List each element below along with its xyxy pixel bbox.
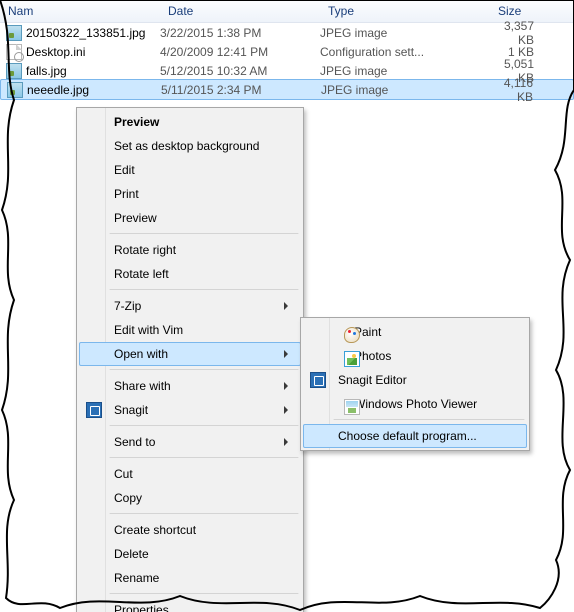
- image-file-icon: [7, 82, 23, 98]
- ini-file-icon: [6, 44, 22, 60]
- menu-item-share-with[interactable]: Share with: [79, 374, 301, 398]
- photos-icon: [344, 351, 360, 367]
- windows-photo-viewer-icon: [344, 399, 360, 415]
- file-list: 20150322_133851.jpg 3/22/2015 1:38 PM JP…: [0, 23, 574, 100]
- menu-item-cut[interactable]: Cut: [79, 462, 301, 486]
- submenu-item-paint[interactable]: Paint: [303, 320, 527, 344]
- menu-item-snagit[interactable]: Snagit: [79, 398, 301, 422]
- file-name: 20150322_133851.jpg: [26, 26, 145, 40]
- submenu-item-photos[interactable]: Photos: [303, 344, 527, 368]
- file-name: neeedle.jpg: [27, 83, 89, 97]
- menu-item-print[interactable]: Print: [79, 182, 301, 206]
- submenu-item-snagit-editor[interactable]: Snagit Editor: [303, 368, 527, 392]
- menu-item-edit-with-vim[interactable]: Edit with Vim: [79, 318, 301, 342]
- file-row[interactable]: 20150322_133851.jpg 3/22/2015 1:38 PM JP…: [0, 23, 574, 42]
- menu-item-delete[interactable]: Delete: [79, 542, 301, 566]
- menu-item-rotate-left[interactable]: Rotate left: [79, 262, 301, 286]
- menu-separator: [109, 425, 299, 427]
- menu-item-preview[interactable]: Preview: [79, 206, 301, 230]
- column-header-type[interactable]: Type: [320, 0, 490, 22]
- snagit-icon: [310, 372, 326, 388]
- image-file-icon: [6, 63, 22, 79]
- file-type: JPEG image: [320, 64, 490, 78]
- column-header-date[interactable]: Date: [160, 0, 320, 22]
- menu-separator: [109, 369, 299, 371]
- submenu-item-choose-default-program[interactable]: Choose default program...: [303, 424, 527, 448]
- paint-icon: [344, 327, 360, 343]
- file-size: 4,116 KB: [491, 76, 573, 104]
- file-date: 3/22/2015 1:38 PM: [160, 26, 320, 40]
- menu-item-properties[interactable]: Properties: [79, 598, 301, 612]
- file-type: JPEG image: [320, 26, 490, 40]
- menu-separator: [109, 289, 299, 291]
- file-name: falls.jpg: [26, 64, 67, 78]
- menu-separator: [109, 593, 299, 595]
- menu-item-preview-default[interactable]: Preview: [79, 110, 301, 134]
- file-type: JPEG image: [321, 83, 491, 97]
- file-size: 3,357 KB: [490, 19, 574, 47]
- menu-item-rename[interactable]: Rename: [79, 566, 301, 590]
- file-name: Desktop.ini: [26, 45, 85, 59]
- file-type: Configuration sett...: [320, 45, 490, 59]
- column-header-name[interactable]: Nam: [0, 0, 160, 22]
- menu-separator: [109, 513, 299, 515]
- context-menu: Preview Set as desktop background Edit P…: [76, 107, 304, 612]
- menu-item-set-desktop-background[interactable]: Set as desktop background: [79, 134, 301, 158]
- menu-separator: [333, 419, 525, 421]
- menu-item-create-shortcut[interactable]: Create shortcut: [79, 518, 301, 542]
- file-row-selected[interactable]: neeedle.jpg 5/11/2015 2:34 PM JPEG image…: [0, 79, 574, 100]
- file-date: 5/12/2015 10:32 AM: [160, 64, 320, 78]
- file-row[interactable]: Desktop.ini 4/20/2009 12:41 PM Configura…: [0, 42, 574, 61]
- menu-separator: [109, 233, 299, 235]
- submenu-arrow-icon: [284, 382, 292, 390]
- file-explorer-window: Nam Date Type Size 20150322_133851.jpg 3…: [0, 0, 574, 612]
- menu-separator: [109, 457, 299, 459]
- menu-item-open-with[interactable]: Open with: [79, 342, 301, 366]
- submenu-arrow-icon: [284, 350, 292, 358]
- menu-item-7zip[interactable]: 7-Zip: [79, 294, 301, 318]
- submenu-arrow-icon: [284, 438, 292, 446]
- menu-item-edit[interactable]: Edit: [79, 158, 301, 182]
- snagit-icon: [86, 402, 102, 418]
- file-date: 4/20/2009 12:41 PM: [160, 45, 320, 59]
- submenu-arrow-icon: [284, 302, 292, 310]
- menu-item-copy[interactable]: Copy: [79, 486, 301, 510]
- file-row[interactable]: falls.jpg 5/12/2015 10:32 AM JPEG image …: [0, 61, 574, 80]
- menu-item-rotate-right[interactable]: Rotate right: [79, 238, 301, 262]
- open-with-submenu: Paint Photos Snagit Editor Windows Photo…: [300, 317, 530, 451]
- submenu-item-windows-photo-viewer[interactable]: Windows Photo Viewer: [303, 392, 527, 416]
- menu-item-send-to[interactable]: Send to: [79, 430, 301, 454]
- column-header-row: Nam Date Type Size: [0, 0, 574, 23]
- file-date: 5/11/2015 2:34 PM: [161, 83, 321, 97]
- image-file-icon: [6, 25, 22, 41]
- submenu-arrow-icon: [284, 406, 292, 414]
